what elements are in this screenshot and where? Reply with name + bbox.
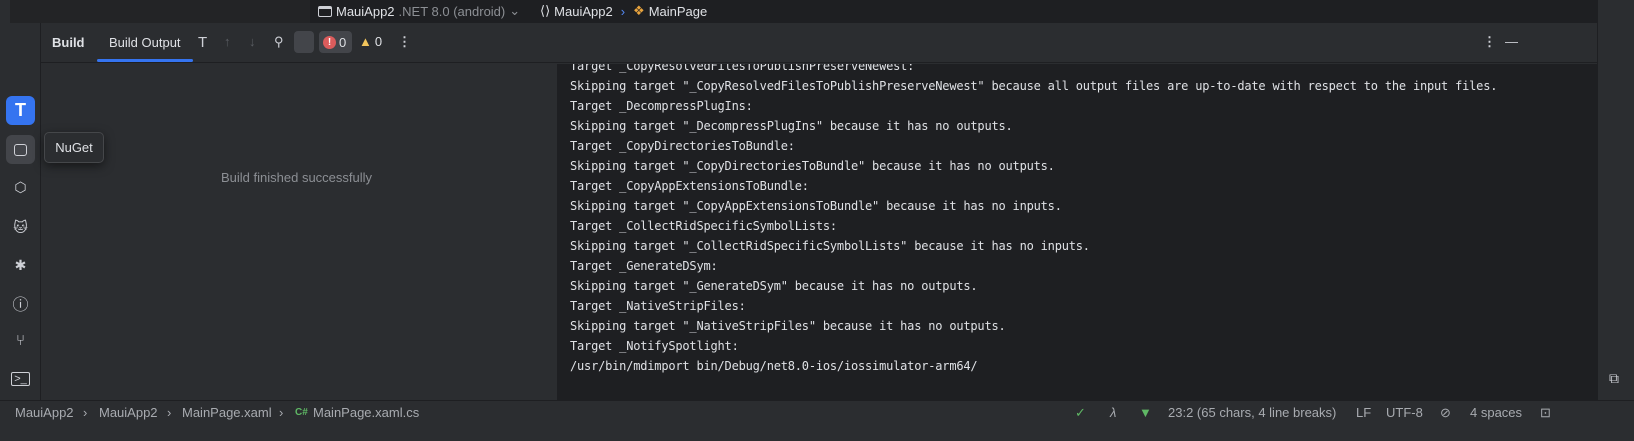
class-icon: ❖ bbox=[633, 3, 645, 18]
tab-build[interactable]: Build bbox=[52, 35, 85, 50]
csharp-icon: C# bbox=[295, 407, 308, 418]
output-line: Target _CopyAppExtensionsToBundle: bbox=[570, 179, 809, 193]
build-hammer-button[interactable]: T bbox=[198, 34, 207, 51]
chevron-right-icon: › bbox=[167, 405, 172, 420]
output-line: Target _NotifySpotlight: bbox=[570, 339, 739, 353]
active-tab-indicator bbox=[97, 59, 193, 62]
warnings-filter-button[interactable]: ▲ 0 bbox=[359, 34, 382, 49]
output-line: Skipping target "_CollectRidSpecificSymb… bbox=[570, 239, 1090, 253]
chevron-down-icon: ⌄ bbox=[509, 3, 521, 18]
breadcrumb-namespace[interactable]: MauiApp2 bbox=[554, 4, 613, 19]
run-icon: ⬡ bbox=[14, 179, 27, 195]
right-tool-strip: ⧉ bbox=[1597, 0, 1634, 400]
run-tool-button[interactable]: ⬡ bbox=[6, 173, 35, 202]
lock-open-icon[interactable]: ⊡ bbox=[1540, 405, 1551, 421]
problems-tool-button[interactable]: ⓘ bbox=[6, 288, 35, 317]
git-tool-button[interactable]: ⑂ bbox=[6, 326, 35, 355]
window-icon bbox=[318, 5, 332, 17]
error-icon: ! bbox=[323, 35, 336, 49]
find-usages-icon[interactable]: ⧉ bbox=[1609, 370, 1619, 387]
indent-setting[interactable]: 4 spaces bbox=[1470, 405, 1522, 420]
arrow-down-icon[interactable]: ↓ bbox=[249, 34, 256, 49]
build-tool-button[interactable]: T bbox=[6, 96, 35, 125]
inspection-ok-icon[interactable]: ✓ bbox=[1075, 405, 1086, 421]
unit-tests-button[interactable]: 🐱︎ bbox=[6, 213, 35, 242]
output-line: Skipping target "_DecompressPlugIns" bec… bbox=[570, 119, 1013, 133]
status-crumb-xaml[interactable]: MainPage.xaml bbox=[182, 405, 272, 420]
build-status-message: Build finished successfully bbox=[221, 170, 373, 185]
warning-count: 0 bbox=[374, 34, 383, 49]
debug-tool-button[interactable]: ✱ bbox=[6, 251, 35, 280]
output-line: Target _CollectRidSpecificSymbolLists: bbox=[570, 219, 837, 233]
status-crumb-solution[interactable]: MauiApp2 bbox=[15, 405, 74, 420]
nuget-tool-button[interactable] bbox=[6, 135, 35, 164]
terminal-icon: >_ bbox=[11, 371, 30, 386]
error-count: 0 bbox=[339, 34, 347, 50]
chevron-right-icon: › bbox=[620, 3, 626, 19]
panel-options-icon[interactable]: ⋮ bbox=[1483, 34, 1496, 50]
output-line: Skipping target "_CopyAppExtensionsToBun… bbox=[570, 199, 1062, 213]
output-line: Skipping target "_CopyResolvedFilesToPub… bbox=[570, 79, 1498, 93]
build-panel-header: Build Build Output T ↑ ↓ ⚲ ! 0 ▲ 0 ⋮ ⋮ — bbox=[41, 23, 1597, 63]
output-line: Target _DecompressPlugIns: bbox=[570, 99, 753, 113]
build-tree-panel: Build finished successfully bbox=[41, 64, 558, 400]
tooltip: NuGet bbox=[44, 132, 104, 163]
warning-icon: ▲ bbox=[359, 34, 372, 49]
status-crumb-file[interactable]: MainPage.xaml.cs bbox=[313, 405, 419, 420]
output-line: Skipping target "_NativeStripFiles" beca… bbox=[570, 319, 1006, 333]
terminal-tool-button[interactable]: >_ bbox=[6, 364, 35, 393]
cat-icon: 🐱︎ bbox=[13, 219, 28, 235]
build-output-console[interactable]: Target _CopyResolvedFilesToPublishPreser… bbox=[558, 64, 1597, 400]
chevron-right-icon: › bbox=[83, 405, 88, 420]
breadcrumb-class[interactable]: MainPage bbox=[649, 4, 708, 19]
output-line: Skipping target "_GenerateDSym" because … bbox=[570, 279, 978, 293]
status-bar: MauiApp2 › MauiApp2 › MainPage.xaml › C#… bbox=[0, 400, 1634, 441]
namespace-icon: ⟨⟩ bbox=[540, 3, 551, 18]
vue-check-icon[interactable]: ▼ bbox=[1139, 405, 1152, 420]
search-icon[interactable]: ⚲ bbox=[274, 34, 284, 50]
more-options-icon[interactable]: ⋮ bbox=[398, 34, 411, 50]
output-line: /usr/bin/mdimport bin/Debug/net8.0-ios/i… bbox=[570, 359, 978, 373]
ai-assistant-icon[interactable]: λ bbox=[1110, 405, 1116, 420]
git-branch-icon: ⑂ bbox=[15, 332, 25, 349]
minimize-icon[interactable]: — bbox=[1505, 34, 1518, 49]
status-crumb-project[interactable]: MauiApp2 bbox=[99, 405, 158, 420]
run-configuration[interactable]: MauiApp2 .NET 8.0 (android) ⌄ bbox=[318, 3, 520, 19]
output-line: Skipping target "_CopyDirectoriesToBundl… bbox=[570, 159, 1055, 173]
chevron-right-icon: › bbox=[279, 405, 284, 420]
top-bar: MauiApp2 .NET 8.0 (android) ⌄ ⟨⟩ MauiApp… bbox=[0, 0, 1597, 23]
nav-breadcrumb: ⟨⟩ MauiApp2 › ❖ MainPage bbox=[540, 3, 707, 19]
tool-window-strip: T ⬡ 🐱︎ ✱ ⓘ ⑂ >_ bbox=[0, 23, 41, 400]
arrow-up-icon[interactable]: ↑ bbox=[224, 34, 231, 49]
tab-build-output[interactable]: Build Output bbox=[109, 35, 181, 50]
hammer-icon: T bbox=[15, 100, 26, 120]
output-line: Target _GenerateDSym: bbox=[570, 259, 718, 273]
problems-icon: ⓘ bbox=[12, 296, 29, 314]
line-ending[interactable]: LF bbox=[1356, 405, 1371, 420]
caret-position[interactable]: 23:2 (65 chars, 4 line breaks) bbox=[1168, 405, 1336, 420]
output-line: Target _NativeStripFiles: bbox=[570, 299, 746, 313]
no-editorconfig-icon[interactable]: ⊘ bbox=[1440, 405, 1451, 421]
errors-filter-button[interactable]: ! 0 bbox=[319, 31, 352, 53]
bug-icon: ✱ bbox=[14, 257, 27, 273]
output-line: Target _CopyDirectoriesToBundle: bbox=[570, 139, 795, 153]
toggle-view-button[interactable] bbox=[294, 31, 314, 53]
file-encoding[interactable]: UTF-8 bbox=[1386, 405, 1423, 420]
output-line: Target _CopyResolvedFilesToPublishPreser… bbox=[570, 64, 915, 73]
nuget-icon bbox=[14, 143, 27, 156]
project-name: MauiApp2 bbox=[336, 3, 395, 19]
framework-label: .NET 8.0 (android) bbox=[398, 3, 506, 19]
